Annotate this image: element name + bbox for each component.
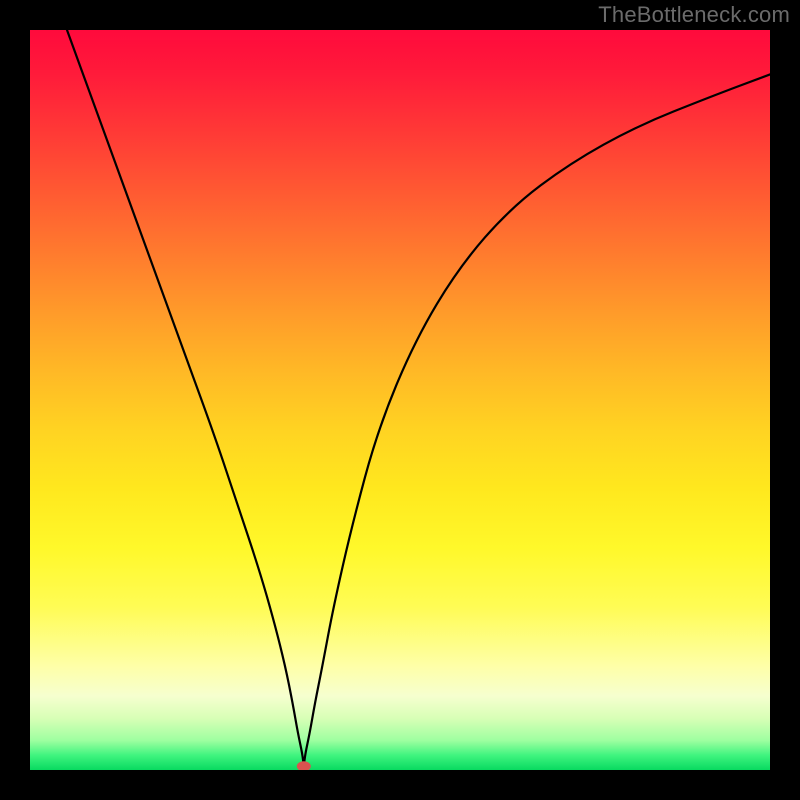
curve-line — [67, 30, 770, 763]
chart-svg — [30, 30, 770, 770]
watermark-text: TheBottleneck.com — [598, 2, 790, 28]
chart-plot-area — [30, 30, 770, 770]
curve-minimum-marker — [297, 761, 311, 770]
